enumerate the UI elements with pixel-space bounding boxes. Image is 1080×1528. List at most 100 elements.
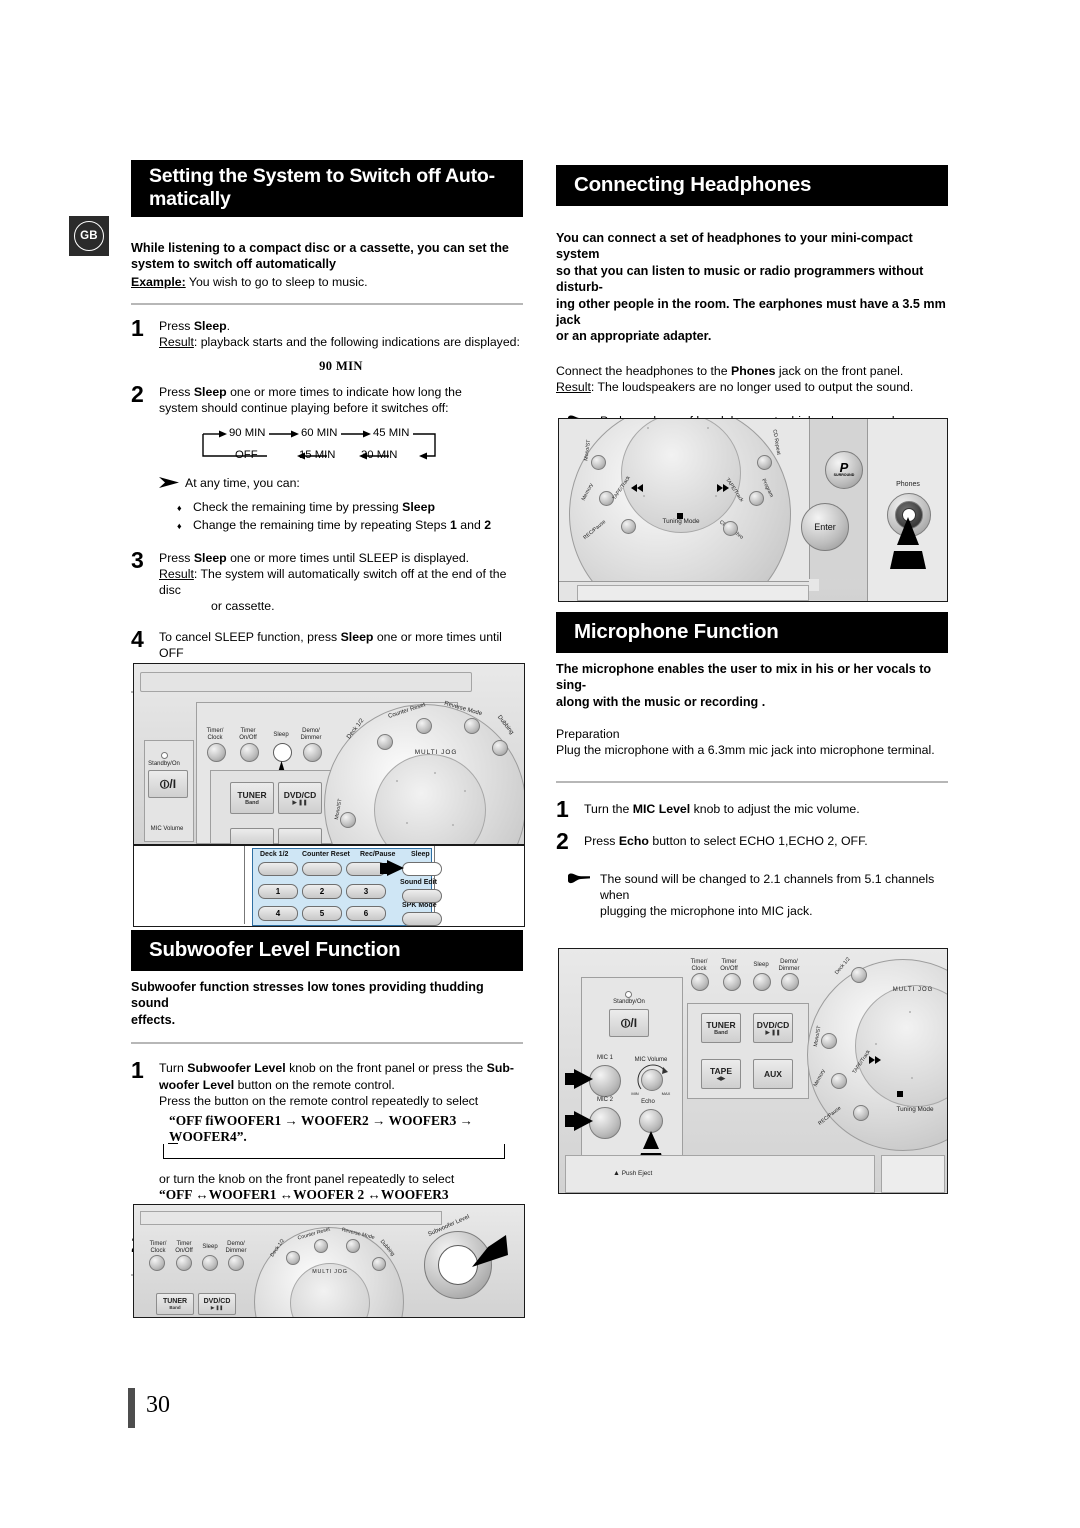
- page-number: 30: [146, 1392, 170, 1418]
- tuner-button[interactable]: TUNER Band: [230, 782, 274, 814]
- remote-key-2[interactable]: 2: [302, 884, 342, 899]
- mic-timer-onoff-button[interactable]: [723, 973, 741, 991]
- step-3-result-text2: or cassette.: [211, 599, 275, 614]
- mic-jog-dot-2: [875, 1043, 877, 1045]
- demo-dimmer-button[interactable]: [303, 743, 322, 762]
- mic-demo-dimmer-label: Demo/ Dimmer: [773, 959, 805, 972]
- hp-cd-repeat-button[interactable]: [757, 455, 772, 470]
- mic-memory-button[interactable]: [831, 1073, 847, 1089]
- subwoofer-intro-line2: effects.: [131, 1012, 176, 1027]
- mic-bottom-tray: [565, 1155, 875, 1193]
- sw-counter-reset-button[interactable]: [314, 1239, 328, 1253]
- mic-monost-button[interactable]: [821, 1033, 837, 1049]
- mic-s2-pre: Press: [584, 833, 619, 848]
- remote-key-5[interactable]: 5: [302, 906, 342, 921]
- step-2-body: Press Sleep one or more times to indicat…: [159, 384, 523, 417]
- sw-reverse-mode-button[interactable]: [346, 1239, 360, 1253]
- cycle-bottom-0: OFF: [235, 448, 258, 461]
- intro-line2: system to switch off automatically: [131, 257, 337, 272]
- sw-tuner-button[interactable]: TUNER Band: [156, 1293, 194, 1315]
- mic-tape-button[interactable]: TAPE ◀▶: [701, 1059, 741, 1089]
- step-1-line1: Press Sleep.: [159, 318, 523, 334]
- subwoofer-step-1-line3: Press the button on the remote control r…: [159, 1093, 479, 1108]
- headphones-intro: You can connect a set of headphones to y…: [556, 230, 948, 345]
- mic-note-line2: plugging the microphone into MIC jack.: [600, 904, 813, 919]
- jog-dot-1: [396, 780, 398, 782]
- hp-result-line: Result: The loudspeakers are no longer u…: [556, 379, 948, 395]
- dubbing-button[interactable]: [492, 740, 508, 756]
- source-button-extra-2[interactable]: [278, 828, 322, 844]
- mic-dvdcd-button[interactable]: DVD/CD ▶ ❚❚: [753, 1013, 793, 1043]
- hp-body-bold: Phones: [731, 363, 776, 378]
- hp-mid-face: [809, 419, 870, 579]
- hp-result-text: : The loudspeakers are no longer used to…: [590, 380, 914, 395]
- remote-counter-reset-button[interactable]: [302, 862, 342, 876]
- mic-multi-jog-label: MULTI JOG: [892, 987, 934, 993]
- cycle-top-2: 45 MIN: [373, 426, 410, 439]
- sw-deck12-button[interactable]: [286, 1251, 300, 1265]
- mic-demo-dimmer-button[interactable]: [781, 973, 799, 991]
- mic-warning-text: The sound will be changed to 2.1 channel…: [600, 871, 948, 920]
- enter-button[interactable]: Enter: [801, 503, 849, 551]
- sw-dubbing-button[interactable]: [372, 1257, 386, 1271]
- mic-step-1-number: 1: [556, 795, 569, 822]
- mic-deck12-button[interactable]: [851, 967, 867, 983]
- sw-s1-pre: Turn: [159, 1061, 188, 1076]
- timer-clock-button[interactable]: [207, 743, 226, 762]
- sw-timer-clock-button[interactable]: [149, 1255, 165, 1271]
- step-1-body: Press Sleep. Result: playback starts and…: [159, 318, 523, 374]
- mic-tuning-mode-label: Tuning Mode: [896, 1106, 934, 1113]
- mic-timer-clock-button[interactable]: [691, 973, 709, 991]
- counter-reset-button[interactable]: [416, 718, 432, 734]
- p-surround-button[interactable]: P SURROUND: [825, 451, 863, 489]
- step-3-pre: Press: [159, 550, 194, 565]
- remote-key-6[interactable]: 6: [346, 906, 386, 921]
- sw-dvdcd-button[interactable]: DVD/CD ▶ ❚❚: [198, 1293, 236, 1315]
- illustration-headphone-panel: Mono/ST Memory REC/Pause TAPE/Track TAPE…: [558, 418, 948, 602]
- mic-aux-label: AUX: [764, 1069, 782, 1079]
- anytime-note: At any time, you can:: [131, 476, 523, 492]
- timer-onoff-button[interactable]: [240, 743, 259, 762]
- hp-rec-pause-button[interactable]: [621, 519, 636, 534]
- remote-key-4[interactable]: 4: [258, 906, 298, 921]
- push-eject-label: ▲ Push Eject: [613, 1170, 683, 1178]
- mic-dvdcd-sub: ▶ ❚❚: [765, 1030, 781, 1036]
- hp-cd-synchro-button[interactable]: [723, 521, 738, 536]
- phones-label: Phones: [896, 481, 920, 488]
- mic-s1-pre: Turn the: [584, 801, 633, 816]
- mic-tuner-button[interactable]: TUNER Band: [701, 1013, 741, 1043]
- reverse-mode-button[interactable]: [464, 718, 480, 734]
- mic-stop-icon: [897, 1091, 903, 1097]
- source-button-extra-1[interactable]: [230, 828, 274, 844]
- mic-aux-button[interactable]: AUX: [753, 1059, 793, 1089]
- monost-button[interactable]: [340, 812, 356, 828]
- stop-icon: [677, 513, 683, 519]
- auto-switch-off-intro: While listening to a compact disc or a c…: [131, 240, 523, 273]
- sw-timer-onoff-button[interactable]: [176, 1255, 192, 1271]
- sw-demo-dimmer-button[interactable]: [228, 1255, 244, 1271]
- mic-tape-label: TAPE: [709, 1066, 733, 1076]
- remote-sound-edit-button[interactable]: [402, 889, 442, 903]
- remote-key-1[interactable]: 1: [258, 884, 298, 899]
- remote-deck12-button[interactable]: [258, 862, 298, 876]
- section-heading-subwoofer: Subwoofer Level Function: [131, 930, 523, 971]
- mic-power-button[interactable]: ⏼/I: [609, 1009, 649, 1037]
- remote-sleep-button[interactable]: [402, 862, 442, 876]
- sw-dvdcd-label: DVD/CD: [203, 1297, 231, 1305]
- sw-sleep-button[interactable]: [202, 1255, 218, 1271]
- remote-key-3[interactable]: 3: [346, 884, 386, 899]
- mic-rec-pause-button[interactable]: [853, 1105, 869, 1121]
- step-3-result-label: Result: [159, 566, 194, 581]
- remote-spk-mode-button[interactable]: [402, 912, 442, 926]
- bullet-1-post: and: [456, 517, 485, 532]
- hp-monost-button[interactable]: [591, 455, 606, 470]
- subwoofer-intro-line1: Subwoofer function stresses low tones pr…: [131, 980, 484, 1011]
- hp-program-button[interactable]: [749, 491, 764, 506]
- step-3-number: 3: [131, 546, 144, 573]
- dvdcd-button[interactable]: DVD/CD ▶ ❚❚: [278, 782, 322, 814]
- power-button[interactable]: ⏼/I: [148, 770, 188, 798]
- deck12-button[interactable]: [377, 734, 393, 750]
- cycle-bottom-1: 15 MIN: [299, 448, 336, 461]
- mic-tape-sub: ◀▶: [716, 1076, 726, 1082]
- mic-sleep-button[interactable]: [753, 973, 771, 991]
